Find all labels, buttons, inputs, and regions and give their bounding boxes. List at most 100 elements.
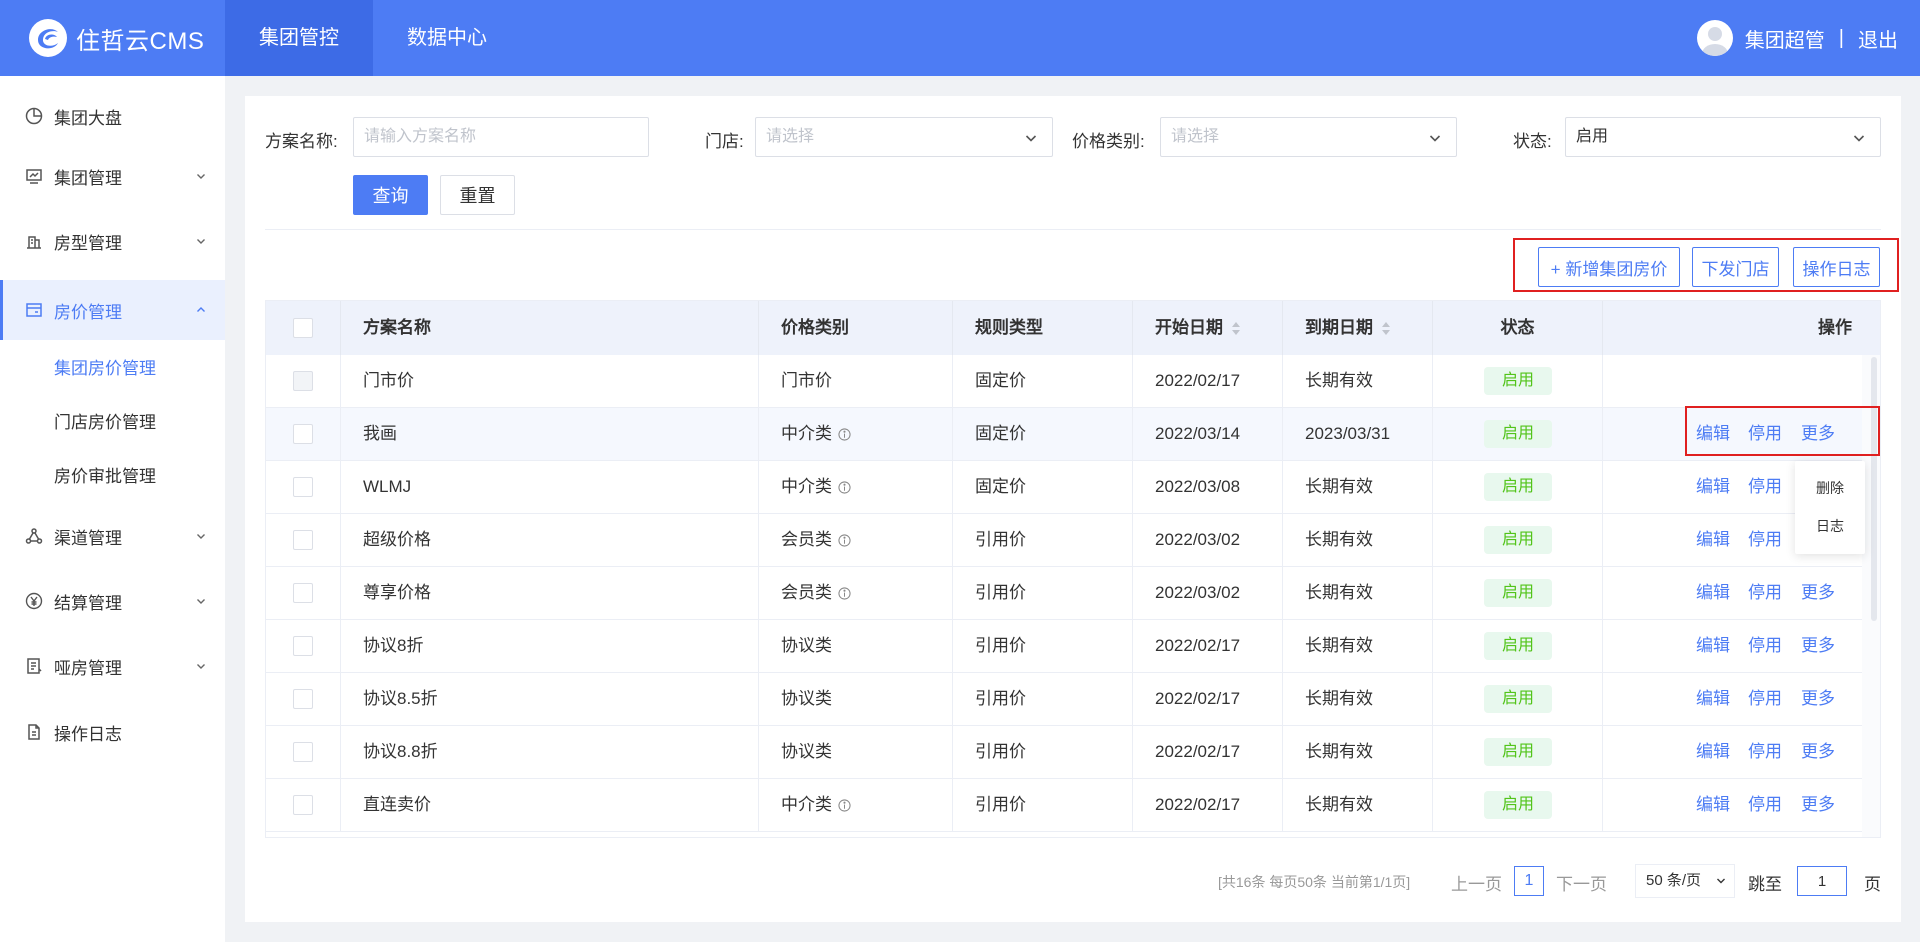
info-icon[interactable] — [838, 587, 851, 600]
info-icon[interactable] — [838, 534, 851, 547]
row-checkbox[interactable] — [293, 477, 313, 497]
edit-link[interactable]: 编辑 — [1696, 673, 1730, 725]
filter-divider — [265, 229, 1881, 230]
header-end-date[interactable]: 到期日期 — [1283, 301, 1433, 355]
edit-link[interactable]: 编辑 — [1696, 567, 1730, 619]
cell-start-date: 2022/02/17 — [1133, 779, 1283, 831]
current-page[interactable]: 1 — [1514, 866, 1544, 896]
status-select[interactable]: 启用 — [1565, 117, 1881, 157]
sidebar-item-dummy-room[interactable]: 哑房管理 — [0, 636, 225, 696]
reset-button[interactable]: 重置 — [440, 175, 515, 215]
dispatch-store-button[interactable]: 下发门店 — [1692, 247, 1779, 287]
operation-log-button[interactable]: 操作日志 — [1793, 247, 1880, 287]
topnav-group-control[interactable]: 集团管控 — [225, 0, 373, 76]
next-page-button[interactable]: 下一页 — [1556, 870, 1607, 895]
disable-link[interactable]: 停用 — [1748, 514, 1782, 566]
edit-link[interactable]: 编辑 — [1696, 461, 1730, 513]
more-link[interactable]: 更多 — [1801, 567, 1835, 619]
prev-page-button[interactable]: 上一页 — [1451, 870, 1502, 895]
topnav-data-center[interactable]: 数据中心 — [373, 0, 521, 76]
sidebar-item-operation-log[interactable]: 操作日志 — [0, 702, 225, 762]
sidebar-subitem-store-price[interactable]: 门店房价管理 — [0, 396, 225, 450]
disable-link[interactable]: 停用 — [1748, 726, 1782, 778]
status-badge: 启用 — [1484, 738, 1552, 766]
row-checkbox[interactable] — [293, 530, 313, 550]
more-link[interactable]: 更多 — [1801, 726, 1835, 778]
plan-name-input[interactable] — [353, 117, 649, 157]
disable-link[interactable]: 停用 — [1748, 620, 1782, 672]
chevron-down-icon — [197, 664, 205, 669]
row-checkbox[interactable] — [293, 795, 313, 815]
price-card-icon — [24, 300, 44, 320]
header-price-category: 价格类别 — [759, 301, 953, 355]
header-start-date-label: 开始日期 — [1155, 318, 1223, 337]
cell-price-category: 协议类 — [759, 726, 953, 778]
sidebar-item-room-type[interactable]: 房型管理 — [0, 211, 225, 271]
sidebar-item-settlement[interactable]: 结算管理 — [0, 571, 225, 631]
brand-logo[interactable]: 住哲云CMS — [28, 18, 204, 58]
row-checkbox[interactable] — [293, 742, 313, 762]
cell-plan-name: 协议8折 — [341, 620, 759, 672]
sort-icon[interactable] — [1381, 321, 1391, 336]
table-row: 门市价 门市价 固定价 2022/02/17 长期有效 启用 — [266, 355, 1862, 408]
more-link[interactable]: 更多 — [1801, 673, 1835, 725]
row-checkbox[interactable] — [293, 636, 313, 656]
chevron-down-icon — [197, 599, 205, 604]
sidebar-subitem-group-price[interactable]: 集团房价管理 — [0, 342, 225, 396]
row-select-cell — [266, 620, 341, 672]
sidebar-item-price-management[interactable]: 房价管理 — [0, 280, 225, 340]
cell-start-date: 2022/03/14 — [1133, 408, 1283, 460]
cell-status: 启用 — [1433, 514, 1603, 566]
row-checkbox[interactable] — [293, 583, 313, 603]
cell-status: 启用 — [1433, 620, 1603, 672]
cell-end-date: 长期有效 — [1283, 567, 1433, 619]
top-nav: 集团管控 数据中心 — [225, 0, 521, 76]
cell-price-category: 协议类 — [759, 620, 953, 672]
disable-link[interactable]: 停用 — [1748, 567, 1782, 619]
info-icon[interactable] — [838, 481, 851, 494]
header-start-date[interactable]: 开始日期 — [1133, 301, 1283, 355]
edit-link[interactable]: 编辑 — [1696, 514, 1730, 566]
logout-link[interactable]: 退出 — [1858, 24, 1898, 53]
row-checkbox[interactable] — [293, 424, 313, 444]
user-name[interactable]: 集团超管 — [1745, 24, 1825, 53]
sidebar-item-group-management[interactable]: 集团管理 — [0, 146, 225, 206]
sidebar-item-label: 哑房管理 — [54, 658, 122, 678]
sidebar-item-group-dashboard[interactable]: 集团大盘 — [0, 86, 225, 146]
avatar[interactable] — [1696, 20, 1733, 56]
row-checkbox[interactable] — [293, 689, 313, 709]
sort-icon[interactable] — [1231, 321, 1241, 336]
info-icon[interactable] — [838, 799, 851, 812]
query-button[interactable]: 查询 — [353, 175, 428, 215]
chevron-down-icon — [1429, 135, 1441, 142]
goto-page-input[interactable] — [1797, 866, 1847, 896]
cell-price-category-text: 中介类 — [781, 795, 832, 814]
status-select-value: 启用 — [1576, 128, 1609, 145]
page-size-select[interactable]: 50 条/页 — [1635, 864, 1735, 898]
add-group-price-button[interactable]: + 新增集团房价 — [1538, 247, 1680, 287]
store-select[interactable]: 请选择 — [755, 117, 1053, 157]
select-all-checkbox[interactable] — [293, 318, 313, 338]
cell-status: 启用 — [1433, 408, 1603, 460]
disable-link[interactable]: 停用 — [1748, 461, 1782, 513]
price-type-select[interactable]: 请选择 — [1160, 117, 1457, 157]
disable-link[interactable]: 停用 — [1748, 779, 1782, 831]
sidebar-subitem-price-approval[interactable]: 房价审批管理 — [0, 450, 225, 504]
sidebar-item-channel[interactable]: 渠道管理 — [0, 506, 225, 566]
edit-link[interactable]: 编辑 — [1696, 779, 1730, 831]
table-scrollbar-thumb[interactable] — [1871, 357, 1877, 621]
dropdown-log-item[interactable]: 日志 — [1795, 507, 1865, 545]
chevron-down-icon — [197, 174, 205, 179]
edit-link[interactable]: 编辑 — [1696, 726, 1730, 778]
more-link[interactable]: 更多 — [1801, 779, 1835, 831]
sidebar-item-label: 集团大盘 — [54, 108, 122, 128]
edit-link[interactable]: 编辑 — [1696, 620, 1730, 672]
more-link[interactable]: 更多 — [1801, 620, 1835, 672]
dropdown-delete-item[interactable]: 删除 — [1795, 469, 1865, 507]
info-icon[interactable] — [838, 428, 851, 441]
cell-plan-name: 我画 — [341, 408, 759, 460]
price-table: 方案名称 价格类别 规则类型 开始日期 到期日期 状态 操作 门市价 门市价 固定价… — [265, 300, 1881, 838]
disable-link[interactable]: 停用 — [1748, 673, 1782, 725]
cell-rule-type: 固定价 — [953, 408, 1133, 460]
row-select-cell — [266, 567, 341, 619]
